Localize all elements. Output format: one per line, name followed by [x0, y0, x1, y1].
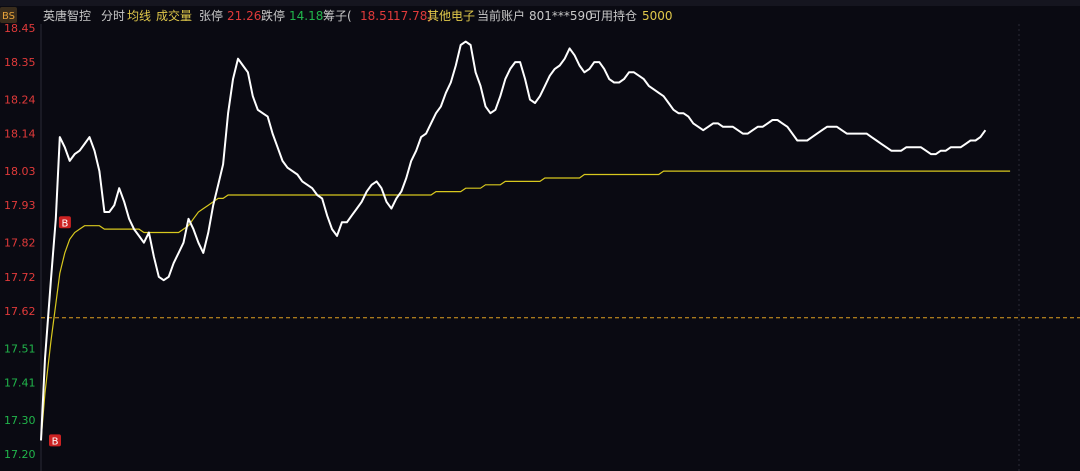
stock-name[interactable]: 英唐智控 — [43, 8, 91, 23]
tab-junxian[interactable]: 均线 — [127, 9, 151, 23]
y-tick-label: 18.45 — [4, 22, 36, 35]
buy-marker-label: B — [61, 218, 68, 229]
dieting-value: 14.18 — [289, 9, 323, 23]
sector-label[interactable]: 其他电子 — [427, 9, 475, 23]
buy-marker-label: B — [52, 436, 59, 447]
y-tick-label: 17.82 — [4, 237, 36, 250]
y-tick-label: 18.03 — [4, 165, 36, 178]
tab-fenshi[interactable]: 分时 — [101, 9, 125, 23]
y-tick-label: 17.93 — [4, 199, 36, 212]
tab-volume[interactable]: 成交量 — [156, 8, 192, 23]
holding-label: 可用持仓 — [589, 8, 637, 23]
y-tick-label: 18.14 — [4, 128, 36, 141]
account-label: 当前账户 — [477, 8, 525, 23]
chouzi-label: 筹子( — [323, 9, 352, 23]
intraday-chart[interactable]: BS 英唐智控 分时 均线 成交量 张停 21.26 跌停 14.18 筹子( … — [0, 0, 1080, 471]
y-tick-label: 18.24 — [4, 94, 36, 107]
y-tick-label: 17.51 — [4, 342, 36, 355]
buy-marker[interactable]: B — [49, 434, 61, 447]
dieting-label: 跌停 — [261, 8, 285, 23]
zhangting-label: 张停 — [199, 8, 223, 23]
y-tick-label: 17.41 — [4, 376, 36, 389]
chart-background — [0, 0, 1080, 471]
y-tick-label: 17.62 — [4, 305, 36, 318]
buy-marker[interactable]: B — [58, 216, 71, 229]
y-tick-label: 17.30 — [4, 414, 36, 427]
y-tick-label: 17.72 — [4, 271, 36, 284]
y-tick-label: 18.35 — [4, 56, 36, 69]
top-strip — [0, 0, 1080, 6]
y-tick-label: 17.20 — [4, 448, 36, 461]
zhangting-value: 21.26 — [227, 9, 261, 23]
holding-value: 5000 — [642, 9, 673, 23]
chouzi-value-1: 18.51 — [360, 9, 394, 23]
bs-badge-label: BS — [2, 11, 15, 22]
account-value: 801***590 — [529, 9, 593, 23]
